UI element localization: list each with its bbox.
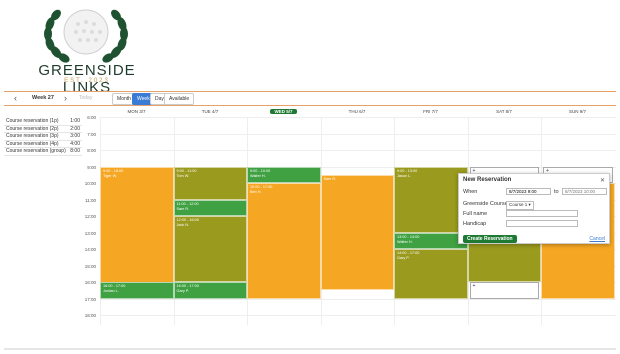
cancel-link[interactable]: Cancel [589,236,605,242]
dialog-title: New Reservation [463,177,512,183]
time-label: 7:00 [87,131,96,137]
reservation-event[interactable]: 13:00 - 14:00 Walter H. [394,232,468,249]
full-name-input[interactable] [506,210,578,217]
reservation-event[interactable]: 10:00 - 17:00 Ben H. [247,183,321,299]
reservation-event[interactable]: 16:00 - 17:00 Gary P. [173,282,247,299]
full-name-label: Full name [463,211,488,217]
event-name: Walter H. [250,173,266,178]
time-label: 13:00 [84,230,96,236]
event-name: Sam R. [323,176,337,181]
create-reservation-button[interactable]: Create Reservation [463,235,517,243]
event-name: Ben H. [250,190,262,194]
view-available-button[interactable]: Available [164,93,195,105]
time-label: 6:00 [87,115,96,120]
when-from-input[interactable] [506,188,551,195]
when-label: When [463,189,478,195]
time-label: 9:00 [87,164,96,170]
reservation-event[interactable]: Sam R. [320,174,394,291]
handicap-input[interactable] [506,220,578,227]
day-header[interactable]: WED 5/7 [247,109,320,114]
hour-gridline [100,298,616,300]
reservation-event[interactable]: 16:00 - 17:00 Jordan L. [100,282,174,299]
day-header[interactable]: THU 6/7 [321,109,394,114]
reservation-event[interactable]: 12:00 - 16:00 Jack N. [173,216,247,282]
next-week-icon[interactable]: › [64,93,67,103]
reservation-event[interactable]: 11:00 - 12:00 Sam R. [173,199,247,216]
legend-item: Course reservation (3p) 3:00 [4,133,82,141]
day-header[interactable]: TUE 4/7 [174,109,247,114]
event-name: Jordan L. [103,289,119,293]
reservation-event[interactable]: 9:00 - 18:00 Tiger W. [100,166,174,299]
legend-item: Course reservation (4p) 4:00 [4,140,82,148]
time-label: 10:00 [84,181,96,186]
close-icon[interactable]: ✕ [600,177,605,184]
brand-established: EST. 2023 [64,78,110,84]
handicap-label: Handicap [463,221,487,227]
to-label: to [554,189,559,195]
day-header[interactable]: MON 3/7 [100,109,173,114]
day-header[interactable]: SUN 9/7 [541,109,614,114]
time-label: 14:00 [84,247,96,252]
time-label: 12:00 [84,214,96,219]
event-name: Jack N. [176,223,190,227]
hour-gridline [100,133,616,135]
reservation-event[interactable]: 9:00 - 13:00 Jason L. [394,166,468,233]
event-name: Tiger W. [103,173,117,178]
chevron-down-icon: ▾ [528,202,531,207]
time-label: 17:00 [84,296,96,302]
new-reservation-dialog: New Reservation ✕ When to Greenside Cour… [458,173,610,244]
prev-week-icon[interactable]: ‹ [14,93,17,103]
event-name: Sam R. [176,206,190,211]
event-name: Gary P. [176,289,189,293]
legend-item: Course reservation (1p) 1:00 [4,118,82,126]
reservation-event[interactable]: 9:00 - 11:00 Tom W. [173,166,247,200]
hour-gridline [100,150,616,151]
time-label: 16:00 [84,280,96,285]
available-slot[interactable]: + [469,282,539,299]
event-name: Gary P. [397,256,410,260]
legend-item: Course reservation (2p) 2:00 [4,125,82,133]
time-label: 15:00 [84,263,96,269]
day-header[interactable]: FRI 7/7 [394,109,467,114]
reservation-event[interactable]: 14:00 - 17:00 Gary P. [394,249,468,299]
course-label: Greenside Course [463,201,508,207]
event-name: Jason L. [397,173,412,178]
calendar-toolbar: ‹ Week 27 › Today Month Week Day Availab… [6,92,614,106]
time-label: 8:00 [87,148,96,153]
reservation-legend: Course reservation (1p) 1:00 Course reser… [4,118,82,156]
event-name: Walter H. [397,239,413,244]
time-label: 18:00 [84,313,96,318]
today-button[interactable]: Today [79,95,92,101]
reservation-event[interactable]: 9:00 - 10:00 Walter H. [247,166,321,183]
legend-item: Course reservation (group) 8:00 [4,148,82,156]
hour-gridline [100,315,616,316]
hour-gridline [100,117,616,118]
event-name: Tom W. [176,173,190,178]
day-header[interactable]: SAT 8/7 [468,109,541,114]
course-select[interactable]: Course 1 ▾ [506,201,534,210]
time-label: 11:00 [85,197,96,203]
golf-ball-icon [63,9,109,55]
when-to-input[interactable] [562,188,607,195]
week-label: Week 27 [32,95,54,101]
bottom-scrollbar[interactable] [4,348,616,350]
